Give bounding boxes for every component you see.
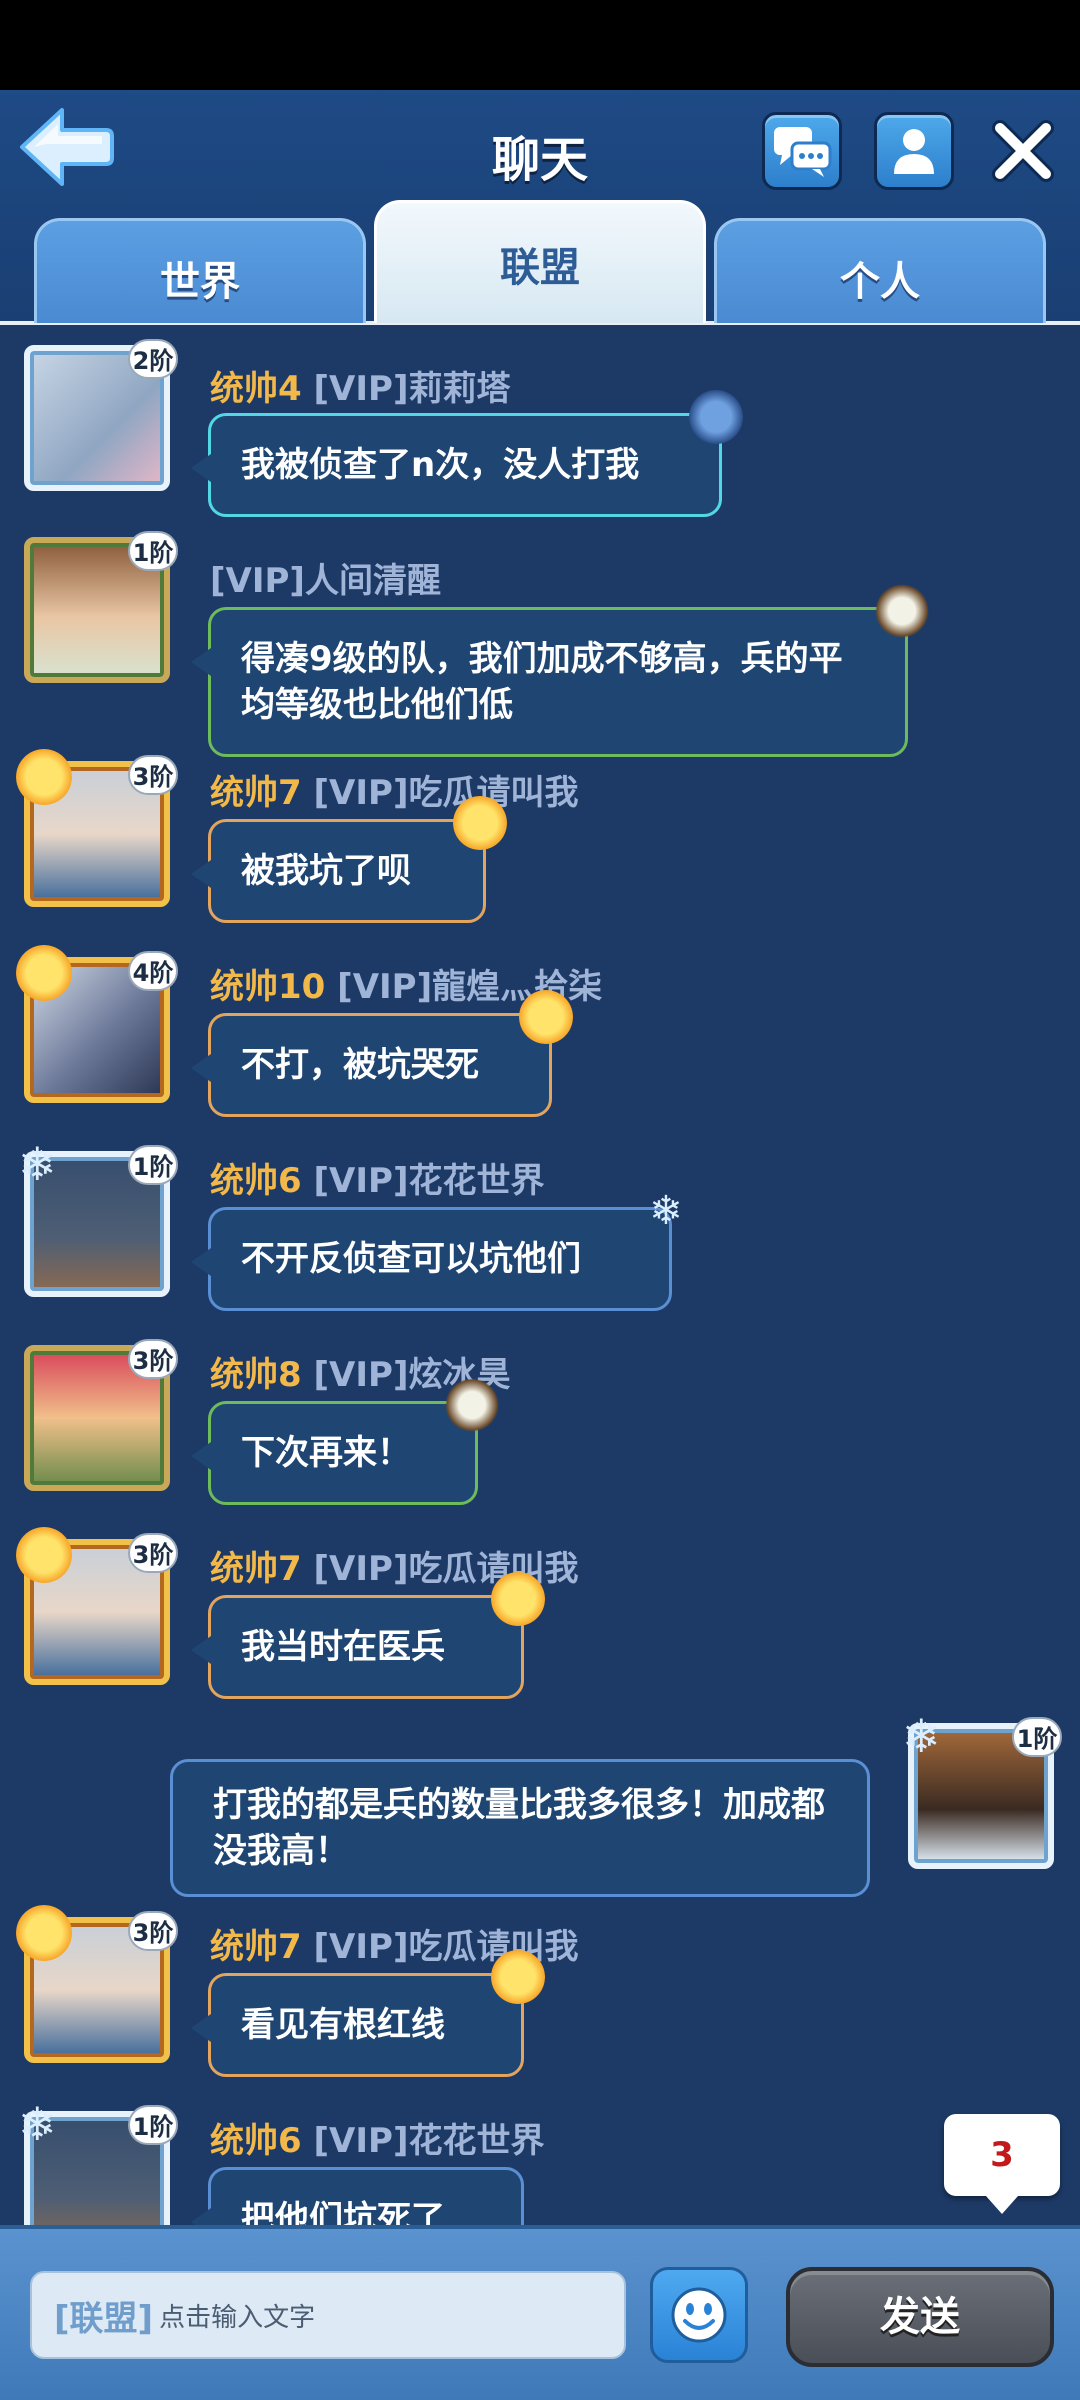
rank-badge: 1阶 xyxy=(128,531,178,571)
sender-name: [VIP]人间清醒 xyxy=(210,561,441,601)
avatar[interactable]: 3阶 xyxy=(16,749,178,907)
tab-world[interactable]: 世界 xyxy=(34,218,366,323)
sun-deco-icon xyxy=(519,990,573,1044)
unread-count-badge[interactable]: 3 xyxy=(944,2114,1060,2214)
avatar[interactable]: ❄ 1阶 xyxy=(902,1713,1062,1869)
message-bubble[interactable]: 得凑9级的队，我们加成不够高，兵的平均等级也比他们低 xyxy=(191,584,929,757)
snowflake-deco-icon: ❄ xyxy=(649,1188,683,1234)
message-bubble[interactable]: 被我坑了呗 xyxy=(191,796,507,923)
sun-deco-icon xyxy=(16,1905,72,1961)
sender-name: 统帅4 [VIP]莉莉塔 xyxy=(210,369,511,409)
avatar[interactable]: ❄ 1阶 xyxy=(18,2101,178,2225)
message-bubble[interactable]: 把他们坑死了 xyxy=(191,2167,524,2225)
rank-badge: 3阶 xyxy=(128,755,178,795)
rank-badge: 1阶 xyxy=(1012,1717,1062,1757)
snowflake-deco-icon: ❄ xyxy=(18,1137,57,1191)
status-bar xyxy=(0,0,1080,90)
profile-button[interactable] xyxy=(874,112,954,190)
chat-input-bar: [联盟] 点击输入文字 发送 xyxy=(0,2225,1080,2400)
chat-bubbles-icon xyxy=(774,127,832,177)
close-icon xyxy=(992,120,1054,182)
person-icon xyxy=(894,129,934,174)
avatar[interactable]: 3阶 xyxy=(16,1905,178,2063)
rice-dumpling-deco-icon xyxy=(445,1378,499,1432)
sender-name: 统帅6 [VIP]花花世界 xyxy=(210,1161,545,1201)
channel-tag: [联盟] xyxy=(54,2298,154,2339)
rank-badge: 3阶 xyxy=(128,1911,178,1951)
tab-alliance[interactable]: 联盟 xyxy=(374,200,706,323)
input-placeholder: 点击输入文字 xyxy=(159,2302,316,2333)
close-button[interactable] xyxy=(988,116,1058,186)
avatar[interactable]: 2阶 xyxy=(24,339,178,491)
sender-name: 统帅7 [VIP]吃瓜请叫我 xyxy=(210,773,579,813)
snowflake-deco-icon: ❄ xyxy=(902,1709,941,1763)
rank-badge: 1阶 xyxy=(128,1145,178,1185)
sun-deco-icon xyxy=(453,796,507,850)
avatar[interactable]: 1阶 xyxy=(24,531,178,683)
message-bubble[interactable]: 不打，被坑哭死 xyxy=(191,990,573,1117)
tab-personal[interactable]: 个人 xyxy=(714,218,1046,323)
avatar[interactable]: 4阶 xyxy=(16,945,178,1103)
chat-input-field[interactable]: [联盟] 点击输入文字 xyxy=(30,2271,626,2359)
sender-name: 统帅6 [VIP]花花世界 xyxy=(210,2121,545,2161)
message-bubble[interactable]: 我当时在医兵 xyxy=(191,1572,545,1699)
avatar[interactable]: ❄ 1阶 xyxy=(18,1141,178,1297)
chat-header: 聊天 世界 联盟 个人 xyxy=(0,90,1080,325)
message-bubble[interactable]: 打我的都是兵的数量比我多很多！加成都没我高！ xyxy=(170,1759,870,1897)
rank-badge: 3阶 xyxy=(128,1339,178,1379)
sun-deco-icon xyxy=(16,749,72,805)
rice-dumpling-deco-icon xyxy=(875,584,929,638)
message-bubble[interactable]: 不开反侦查可以坑他们 ❄ xyxy=(191,1188,683,1311)
emoji-button[interactable] xyxy=(650,2267,748,2363)
sun-deco-icon xyxy=(16,945,72,1001)
rank-badge: 3阶 xyxy=(128,1533,178,1573)
message-bubble[interactable]: 下次再来！ xyxy=(191,1378,499,1505)
snowflake-deco-icon xyxy=(689,390,743,444)
message-bubble[interactable]: 看见有根红线 xyxy=(191,1950,545,2077)
snowflake-deco-icon: ❄ xyxy=(18,2097,57,2151)
send-button[interactable]: 发送 xyxy=(786,2267,1054,2367)
message-bubble[interactable]: 我被侦查了n次，没人打我 xyxy=(191,390,743,517)
sun-deco-icon xyxy=(16,1527,72,1583)
avatar[interactable]: 3阶 xyxy=(24,1339,178,1491)
rank-badge: 2阶 xyxy=(128,339,178,379)
chat-channels-button[interactable] xyxy=(762,112,842,190)
sun-deco-icon xyxy=(491,1572,545,1626)
chat-message-list[interactable]: 2阶 统帅4 [VIP]莉莉塔 我被侦查了n次，没人打我 1阶 [VIP]人间清… xyxy=(0,325,1080,2225)
rank-badge: 1阶 xyxy=(128,2105,178,2145)
sun-deco-icon xyxy=(491,1950,545,2004)
smiley-icon xyxy=(671,2287,727,2343)
rank-badge: 4阶 xyxy=(128,951,178,991)
avatar[interactable]: 3阶 xyxy=(16,1527,178,1685)
